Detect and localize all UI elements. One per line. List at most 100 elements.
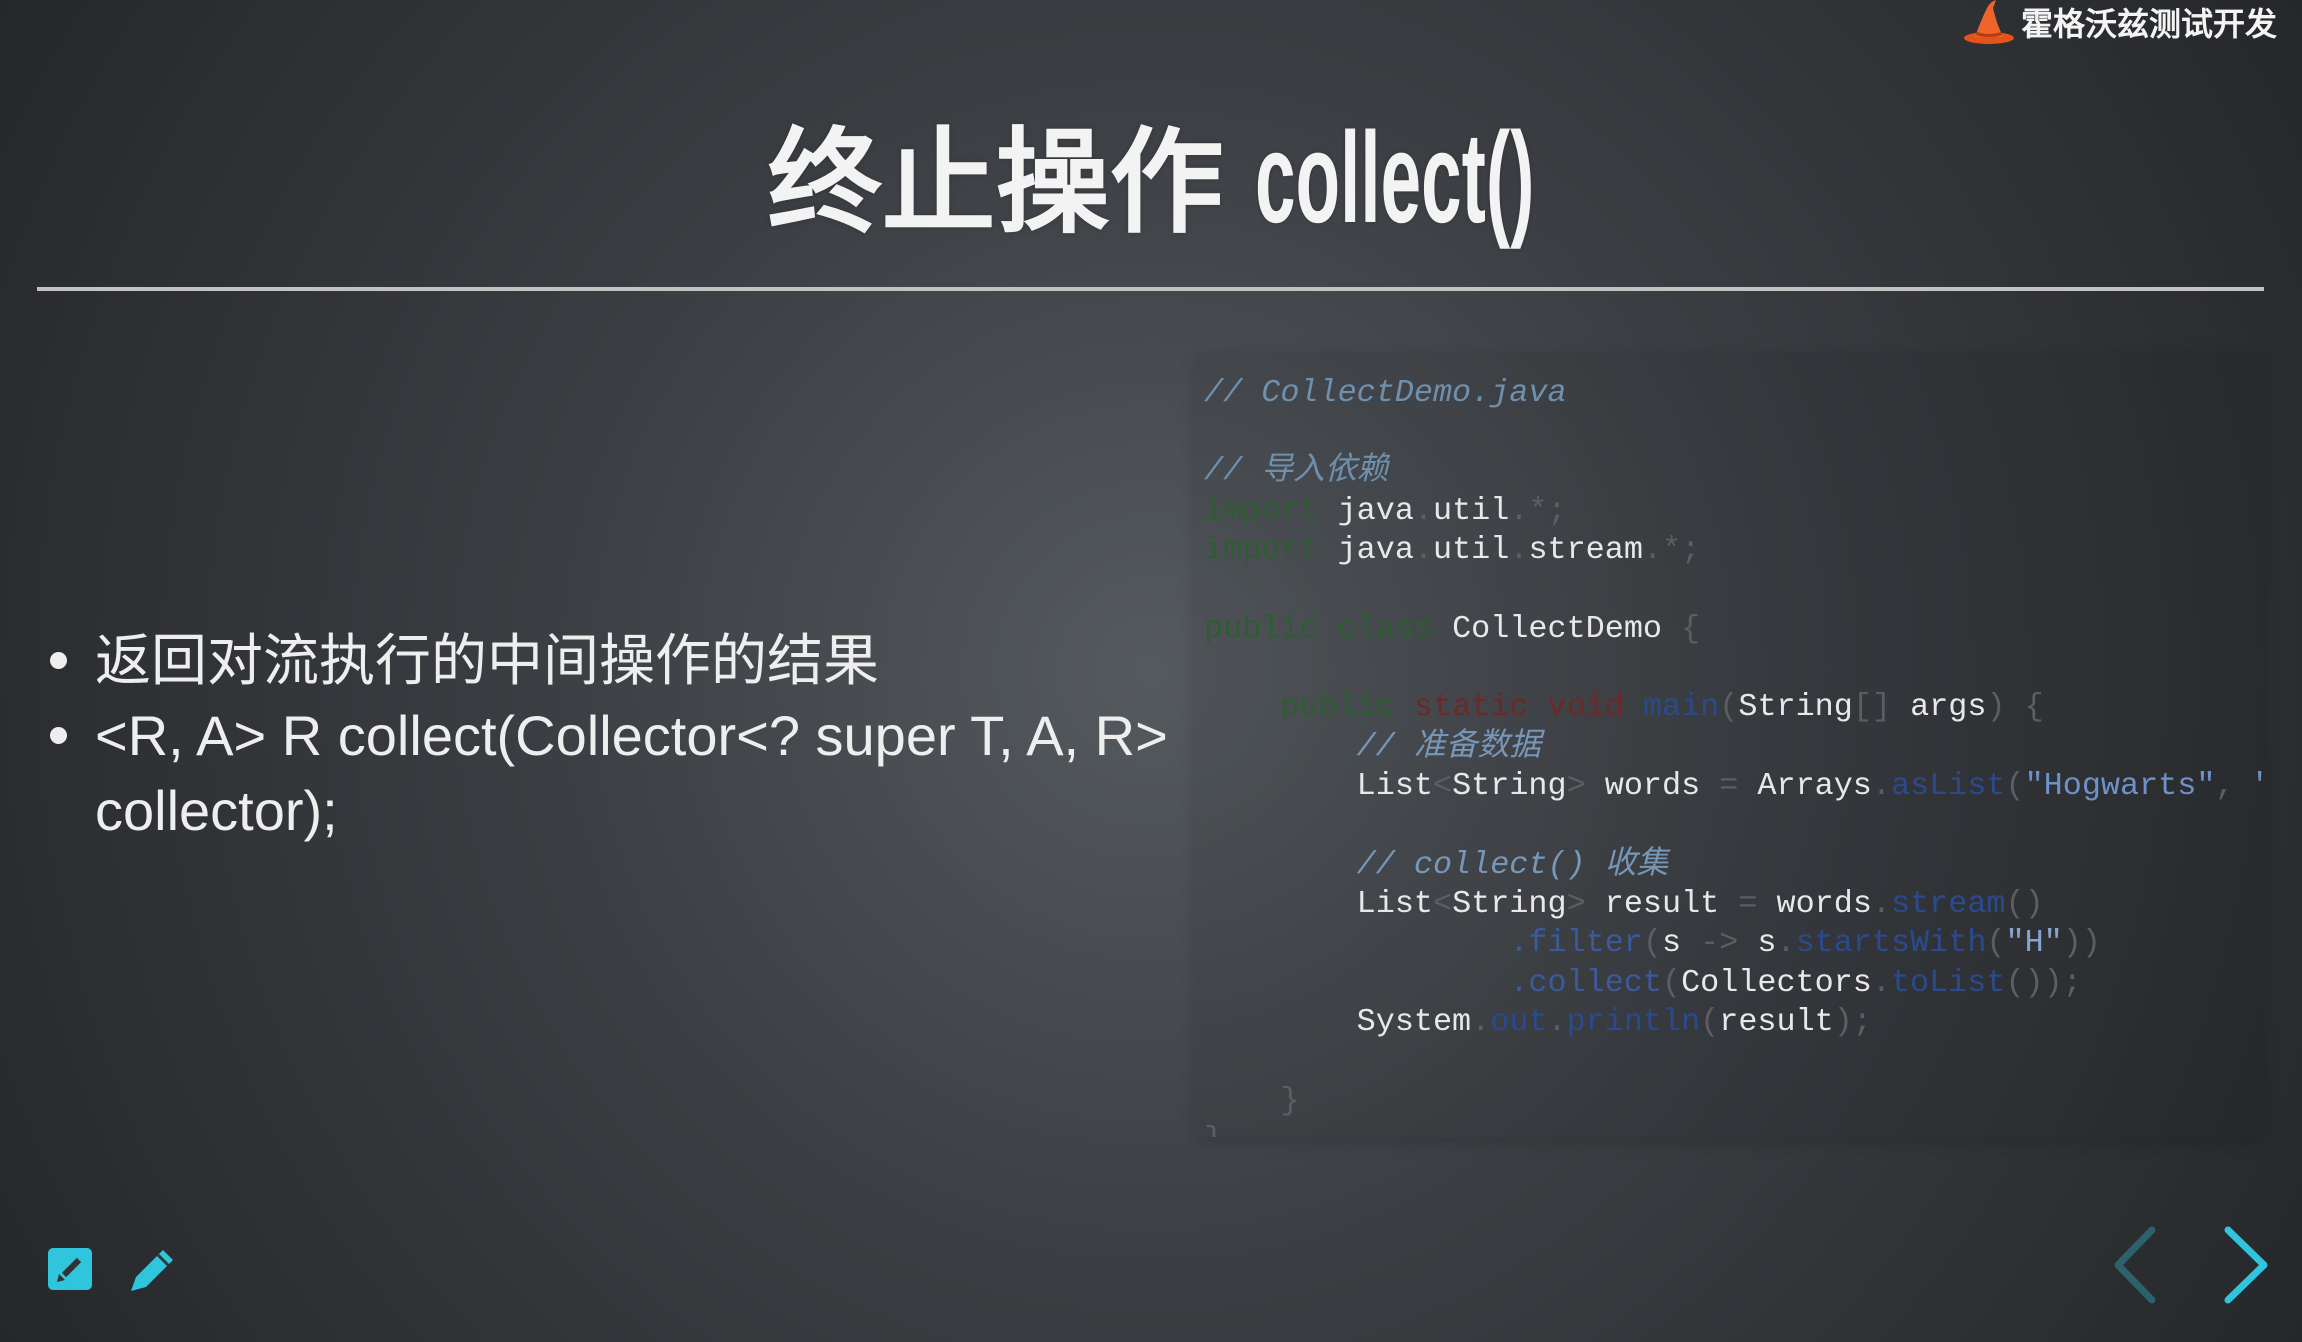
code-token: stream — [1528, 532, 1643, 568]
page-title: 终止操作 collect() — [0, 108, 2302, 248]
code-token: ( — [1719, 689, 1739, 726]
title-code: collect() — [1255, 106, 1535, 250]
bullet-list: 返回对流执行的中间操作的结果 <R, A> R collect(Collecto… — [50, 623, 1195, 848]
chalkboard-button[interactable] — [128, 1244, 180, 1294]
code-token: main — [1642, 689, 1720, 726]
code-token: out — [1490, 1003, 1548, 1040]
code-token: util — [1433, 492, 1510, 529]
code-token: Arrays — [1757, 767, 1872, 804]
slide: 霍格沃兹测试开发 终止操作 collect() 返回对流执行的中间操作的结果 <… — [0, 0, 2302, 1342]
code-line: System.out.println(result); — [1204, 1003, 2264, 1042]
code-token: List — [1356, 767, 1433, 804]
code-token: System — [1356, 1003, 1472, 1040]
code-token: . — [1413, 532, 1434, 568]
code-token: static — [1413, 689, 1529, 726]
code-token: import — [1204, 532, 1319, 568]
code-token: ( — [1642, 925, 1662, 962]
code-token: String — [1452, 885, 1567, 922]
title-main: 终止操作 — [767, 120, 1224, 247]
code-token: toList — [1890, 964, 2006, 1001]
code-line: public static void main(String[] args) { — [1204, 688, 2264, 727]
code-line: public class CollectDemo { — [1204, 610, 2264, 649]
title-divider — [37, 287, 2264, 291]
code-token: java — [1337, 492, 1414, 529]
code-token: s — [1661, 925, 1682, 962]
code-token: public — [1280, 689, 1395, 726]
code-token: ( — [1986, 925, 2006, 962]
notes-canvas-button[interactable] — [48, 1248, 92, 1290]
code-token: startsWith — [1795, 925, 1987, 962]
code-token: " — [2254, 768, 2264, 804]
code-line: } — [1204, 1082, 2264, 1121]
bullet-item: <R, A> R collect(Collector<? super T, A,… — [50, 698, 1195, 848]
code-token: () — [2005, 885, 2044, 922]
code-token: public — [1204, 610, 1319, 647]
hat-cone — [1975, 0, 2003, 37]
code-line: // CollectDemo.java — [1204, 374, 2264, 413]
brand-name: 霍格沃兹测试开发 — [2021, 6, 2278, 42]
code-token: class — [1337, 610, 1433, 647]
code-token: words — [1776, 885, 1872, 922]
next-slide-button[interactable] — [2220, 1226, 2272, 1304]
code-token: . — [1547, 1003, 1567, 1040]
code-token: . — [1471, 1003, 1491, 1040]
code-token: String — [1452, 767, 1567, 804]
wizard-hat-svg — [1964, 0, 2014, 44]
code-token: "H" — [2005, 925, 2063, 962]
code-token: ( — [2005, 767, 2025, 804]
chevron-left-icon — [2114, 1226, 2156, 1304]
code-block[interactable]: // CollectDemo.java// 导入依赖 import java.ut… — [1196, 352, 2264, 1137]
code-token: ( — [1700, 1003, 1720, 1040]
code-token: , — [2215, 767, 2254, 804]
prev-slide-button[interactable] — [2110, 1226, 2160, 1304]
code-token: "Hogwarts" — [2024, 767, 2216, 804]
code-token: .*; — [1509, 492, 1567, 529]
code-comment: // 准备数据 — [1356, 728, 1542, 765]
chevron-right-path — [2224, 1226, 2268, 1304]
pencil-icon — [131, 1250, 173, 1291]
code-token: } — [1280, 1082, 1300, 1119]
code-line: } — [1204, 1121, 2264, 1137]
code-token: > — [1566, 885, 1605, 922]
code-token: ( — [1661, 964, 1682, 1001]
code-token: List — [1356, 885, 1433, 922]
code-token: args — [1910, 689, 1987, 726]
code-token: void — [1547, 689, 1624, 726]
code-line: // collect() 收集 — [1204, 846, 2264, 885]
code-token: < — [1432, 767, 1453, 804]
code-token: [] — [1852, 689, 1911, 726]
code-line: // 准备数据 — [1204, 728, 2264, 767]
code-line: .collect(Collectors.toList()); — [1204, 964, 2264, 1003]
code-token: . — [1509, 532, 1529, 568]
code-line: List<String> words = Arrays.asList("Hogw… — [1204, 767, 2264, 806]
code-token: = — [1719, 885, 1777, 922]
wizard-hat-icon — [1963, 0, 2015, 46]
chevron-left-path — [2114, 1226, 2156, 1304]
code-token: .filter — [1509, 925, 1643, 962]
code-line: List<String> result = words.stream() — [1204, 885, 2264, 924]
code-line: import java.util.stream.*; — [1204, 531, 2264, 570]
code-token: } — [1204, 1122, 1223, 1137]
code-token: . — [1871, 885, 1891, 922]
code-token: . — [1413, 492, 1434, 529]
bullet-item: 返回对流执行的中间操作的结果 — [50, 623, 1195, 698]
code-token: stream — [1891, 885, 2006, 922]
code-token: -> — [1681, 925, 1758, 962]
code-line: .filter(s -> s.startsWith("H")) — [1204, 924, 2264, 963]
code-comment: // collect() 收集 — [1356, 846, 1669, 883]
